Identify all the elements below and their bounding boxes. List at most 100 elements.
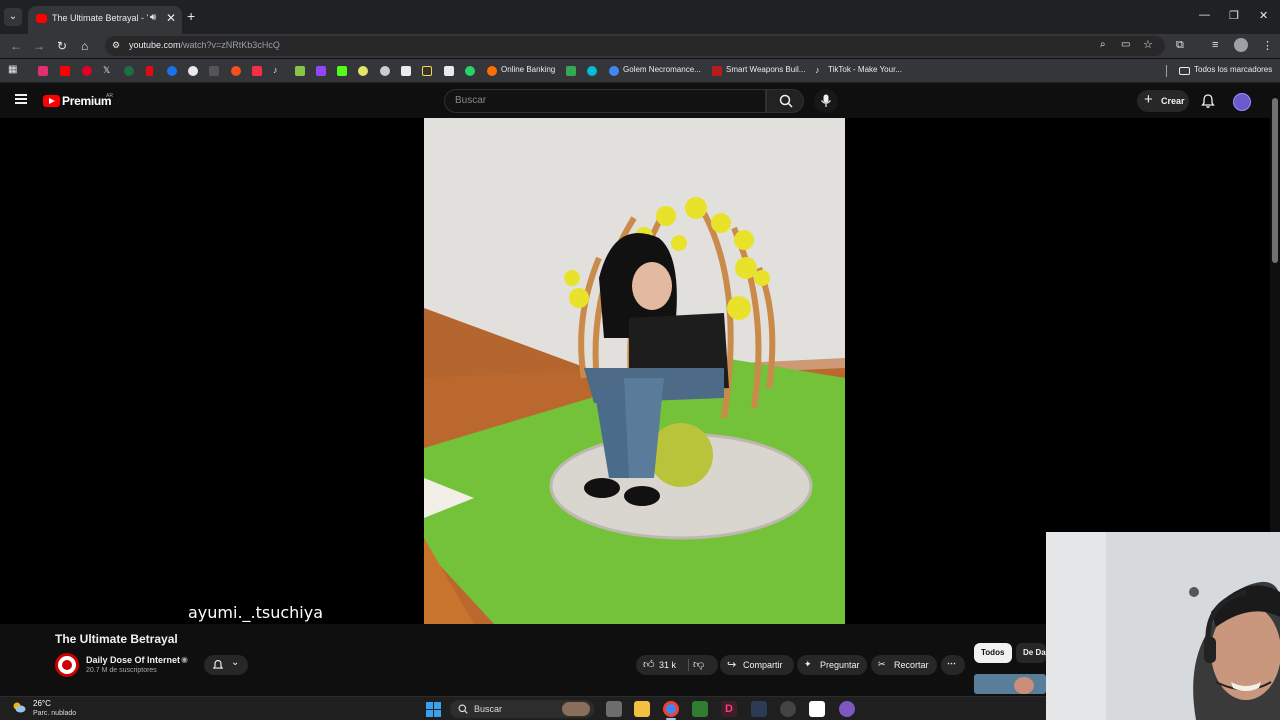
- ask-label: Preguntar: [820, 660, 860, 670]
- weather-description[interactable]: Parc. nublado: [33, 710, 76, 717]
- user-avatar[interactable]: [1233, 93, 1251, 111]
- weather-temperature[interactable]: 26°C: [33, 699, 51, 708]
- apple-music-icon[interactable]: [252, 66, 262, 76]
- bookmark-ae-icon[interactable]: [422, 66, 432, 76]
- reload-icon[interactable]: ↻: [57, 39, 67, 53]
- bookmark-smart-weapons[interactable]: Smart Weapons Buil...: [726, 65, 805, 74]
- search-input[interactable]: [455, 95, 755, 106]
- bookmark-tiktok[interactable]: TikTok - Make Your...: [828, 65, 902, 74]
- app-capcut-icon[interactable]: [809, 701, 825, 717]
- search-icon: [779, 94, 793, 108]
- create-button[interactable]: + Crear: [1137, 90, 1189, 112]
- minimize-icon[interactable]: —: [1199, 9, 1210, 21]
- bookmark-white-icon[interactable]: [380, 66, 390, 76]
- bookmark-golem[interactable]: Golem Necromance...: [623, 65, 701, 74]
- app-purple-icon[interactable]: [839, 701, 855, 717]
- youtube-icon[interactable]: [60, 66, 70, 76]
- apps-grid-icon[interactable]: ▦: [8, 64, 18, 75]
- new-tab-plus-icon[interactable]: +: [187, 9, 195, 23]
- app-green-icon[interactable]: [692, 701, 708, 717]
- create-label: Crear: [1161, 96, 1185, 106]
- tiktok-icon[interactable]: ♪: [815, 65, 825, 75]
- chrome-icon[interactable]: [663, 701, 679, 717]
- taskbar-search[interactable]: Buscar: [450, 700, 594, 718]
- partly-cloudy-icon[interactable]: [12, 701, 26, 713]
- like-count[interactable]: 31 k: [659, 660, 676, 670]
- hamburger-menu-icon[interactable]: [15, 94, 27, 104]
- channel-name[interactable]: Daily Dose Of Internet: [86, 655, 180, 665]
- weapons-icon[interactable]: [712, 66, 722, 76]
- video-frame[interactable]: [424, 118, 845, 624]
- search-button[interactable]: [766, 89, 804, 113]
- search-highlight-icon: [562, 702, 590, 716]
- youtube-premium-label[interactable]: Premium: [62, 94, 112, 108]
- bookmark-yellow-icon[interactable]: [358, 66, 368, 76]
- share-button[interactable]: ↪ Compartir: [720, 655, 794, 675]
- tab-search-chevron-icon[interactable]: ⌄: [4, 8, 22, 26]
- search-box[interactable]: [444, 89, 766, 113]
- speaker-icon[interactable]: 🔊︎: [150, 12, 156, 23]
- windows-start-icon[interactable]: [426, 702, 441, 717]
- twitch-icon[interactable]: [316, 66, 326, 76]
- ask-button[interactable]: ✦ Preguntar: [797, 655, 867, 675]
- netflix-icon[interactable]: [146, 66, 153, 76]
- voice-search-button[interactable]: [814, 89, 838, 113]
- app-d-icon[interactable]: D: [721, 701, 737, 717]
- kick-icon[interactable]: [337, 66, 347, 76]
- threads-icon[interactable]: [188, 66, 198, 76]
- golem-icon[interactable]: [609, 66, 619, 76]
- subscriber-count: 20.7 M de suscriptores: [86, 667, 157, 674]
- app-gear-icon[interactable]: [780, 701, 796, 717]
- pinterest-icon[interactable]: [82, 66, 92, 76]
- site-info-icon[interactable]: ⚙: [112, 40, 120, 51]
- cast-icon[interactable]: ▭: [1121, 39, 1130, 50]
- bookmark-orange-icon[interactable]: [231, 66, 241, 76]
- clip-button[interactable]: ✂ Recortar: [871, 655, 937, 675]
- more-actions-button[interactable]: ⋯: [941, 655, 965, 675]
- banking-icon[interactable]: [487, 66, 497, 76]
- active-tab[interactable]: The Ultimate Betrayal - You 🔊︎ ✕: [28, 6, 182, 34]
- channel-avatar[interactable]: [55, 653, 79, 677]
- notifications-bell-icon[interactable]: [1200, 93, 1216, 109]
- whatsapp-icon[interactable]: [465, 66, 475, 76]
- sheets-icon[interactable]: [566, 66, 576, 76]
- back-icon[interactable]: ←: [10, 39, 22, 53]
- task-view-icon[interactable]: [606, 701, 622, 717]
- close-window-icon[interactable]: ✕: [1259, 9, 1268, 22]
- youtube-logo-icon[interactable]: [43, 95, 60, 107]
- bookmark-screen-icon[interactable]: [444, 66, 454, 76]
- all-bookmarks[interactable]: Todos los marcadores: [1194, 65, 1272, 74]
- chip-all[interactable]: Todos: [974, 643, 1012, 663]
- media-controls-icon[interactable]: ≡: [1212, 39, 1218, 51]
- bookmark-online-banking[interactable]: Online Banking: [501, 65, 555, 74]
- bookmark-blue-icon[interactable]: [167, 66, 177, 76]
- close-tab-icon[interactable]: ✕: [166, 11, 176, 25]
- x-icon[interactable]: 𝕏: [103, 65, 113, 75]
- forward-icon[interactable]: →: [33, 39, 45, 53]
- zoom-icon[interactable]: ⌕: [1100, 39, 1106, 50]
- file-explorer-icon[interactable]: [634, 701, 650, 717]
- bookmark-green-icon[interactable]: [124, 66, 134, 76]
- recommended-thumbnail[interactable]: [974, 674, 1046, 694]
- profile-icon[interactable]: [1234, 38, 1248, 52]
- bookmark-star-icon[interactable]: ☆: [1143, 38, 1153, 51]
- chip-from-channel[interactable]: De Da: [1016, 643, 1046, 663]
- app-tower-icon[interactable]: [751, 701, 767, 717]
- bookmark-lime-icon[interactable]: [295, 66, 305, 76]
- bookmark-box-icon[interactable]: [401, 66, 411, 76]
- instagram-icon[interactable]: [38, 66, 48, 76]
- url-text[interactable]: youtube.com/watch?v=zNRtKb3cHcQ: [129, 40, 280, 50]
- bookmark-cyan-icon[interactable]: [587, 66, 597, 76]
- tiktok-small-icon[interactable]: ♪: [273, 65, 283, 75]
- folder-icon[interactable]: [1179, 67, 1190, 75]
- menu-dots-icon[interactable]: ⋮: [1262, 39, 1273, 52]
- subscription-bell-button[interactable]: ⌄: [204, 655, 248, 675]
- address-bar[interactable]: ⚙ youtube.com/watch?v=zNRtKb3cHcQ ⌕ ▭ ☆: [105, 36, 1165, 56]
- thumbs-up-icon[interactable]: 👍︎: [643, 658, 655, 671]
- restore-icon[interactable]: ❐: [1229, 9, 1239, 22]
- extensions-icon[interactable]: ⧉: [1176, 39, 1184, 52]
- bookmark-gray-icon[interactable]: [209, 66, 219, 76]
- thumbs-down-icon[interactable]: 👎︎: [693, 658, 704, 671]
- scrollbar-thumb[interactable]: [1272, 98, 1278, 263]
- home-icon[interactable]: ⌂: [81, 39, 88, 53]
